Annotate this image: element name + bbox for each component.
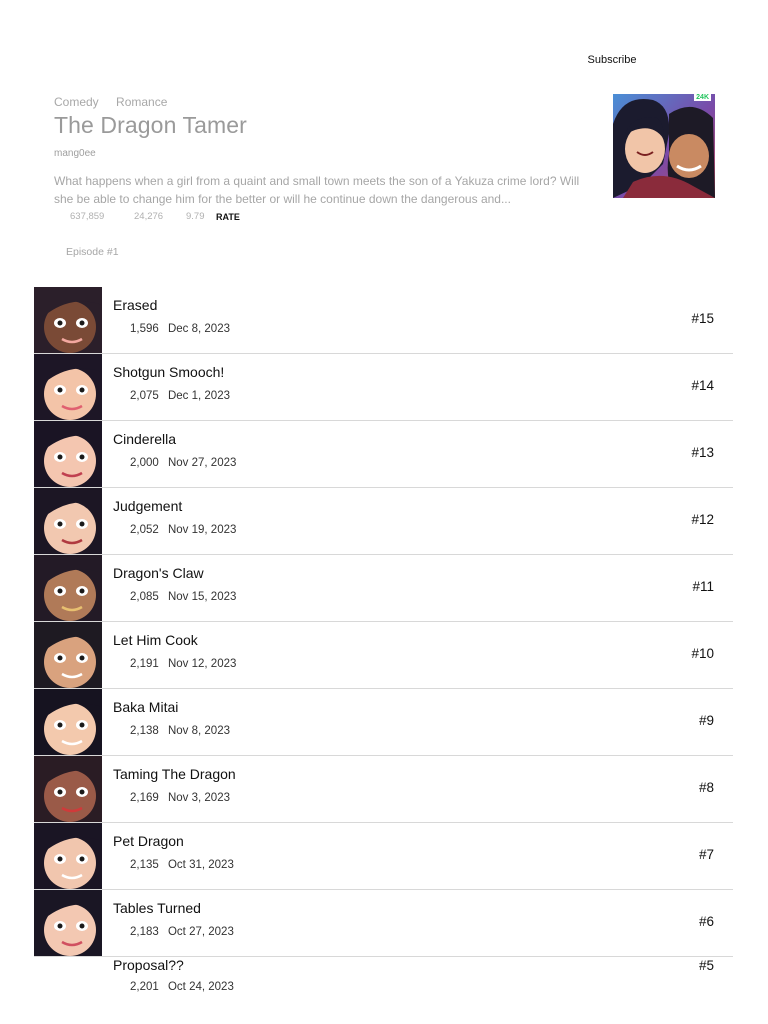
- genre-list: Comedy Romance: [54, 95, 181, 109]
- episode-thumbnail: [34, 756, 102, 822]
- episode-views: 2,191: [130, 658, 159, 670]
- episode-row[interactable]: Proposal?? 2,201 Oct 24, 2023 #5: [34, 957, 733, 1007]
- episode-number: #15: [691, 311, 714, 326]
- episode-row[interactable]: Baka Mitai 2,138 Nov 8, 2023 #9: [34, 689, 733, 756]
- series-stats: 637,859 24,276 9.79 RATE: [70, 211, 240, 222]
- series-author[interactable]: mang0ee: [54, 148, 96, 159]
- episode-meta: 2,138 Nov 8, 2023: [130, 725, 230, 737]
- episode-meta: 2,075 Dec 1, 2023: [130, 390, 230, 402]
- episode-date: Dec 8, 2023: [167, 323, 230, 335]
- episode-meta: 2,085 Nov 15, 2023: [130, 591, 236, 603]
- episode-views: 2,169: [130, 792, 159, 804]
- episode-title[interactable]: Cinderella: [113, 431, 176, 447]
- episode-views: 2,075: [130, 390, 159, 402]
- episode-title[interactable]: Let Him Cook: [113, 632, 198, 648]
- episode-row[interactable]: Dragon's Claw 2,085 Nov 15, 2023 #11: [34, 555, 733, 622]
- episode-date: Oct 24, 2023: [167, 981, 234, 993]
- episode-number: #6: [698, 914, 714, 929]
- episode-meta: 2,169 Nov 3, 2023: [130, 792, 230, 804]
- episode-number: #13: [691, 445, 714, 460]
- episode-date: Nov 12, 2023: [167, 658, 237, 670]
- episode-title[interactable]: Baka Mitai: [113, 699, 178, 715]
- episode-meta: 2,201 Oct 24, 2023: [130, 981, 234, 993]
- series-title: The Dragon Tamer: [54, 112, 247, 138]
- episode-views: 2,201: [130, 981, 159, 993]
- episode-meta: 2,191 Nov 12, 2023: [130, 658, 236, 670]
- episode-meta: 2,000 Nov 27, 2023: [130, 457, 236, 469]
- episode-date: Oct 31, 2023: [167, 859, 234, 871]
- episode-date: Nov 19, 2023: [167, 524, 237, 536]
- episode-title[interactable]: Dragon's Claw: [113, 565, 204, 581]
- episode-row[interactable]: Cinderella 2,000 Nov 27, 2023 #13: [34, 421, 733, 488]
- episode-views: 2,052: [130, 524, 159, 536]
- episode-row[interactable]: Shotgun Smooch! 2,075 Dec 1, 2023 #14: [34, 354, 733, 421]
- episode-thumbnail: [34, 890, 102, 956]
- episode-list: Erased 1,596 Dec 8, 2023 #15 Shotgun Smo…: [34, 287, 733, 1007]
- episode-date: Nov 8, 2023: [167, 725, 230, 737]
- episode-number: #11: [692, 579, 714, 594]
- cover-badge: 24K: [694, 94, 711, 101]
- episode-thumbnail: [34, 421, 102, 487]
- likes-count: 24,276: [134, 211, 164, 222]
- episode-date: Dec 1, 2023: [167, 390, 230, 402]
- episode-meta: 2,052 Nov 19, 2023: [130, 524, 236, 536]
- episode-title[interactable]: Tables Turned: [113, 900, 201, 916]
- episode-date: Nov 3, 2023: [167, 792, 230, 804]
- episode-thumbnail: [34, 488, 102, 554]
- episode-date: Oct 27, 2023: [167, 926, 234, 938]
- series-description: What happens when a girl from a quaint a…: [54, 174, 580, 206]
- episode-date: Nov 27, 2023: [167, 457, 237, 469]
- episode-row[interactable]: Tables Turned 2,183 Oct 27, 2023 #6: [34, 890, 733, 957]
- views-count: 637,859: [70, 211, 105, 222]
- episode-views: 2,135: [130, 859, 159, 871]
- episode-number: #10: [691, 646, 714, 661]
- episode-thumbnail: [34, 689, 102, 755]
- episode-row[interactable]: Judgement 2,052 Nov 19, 2023 #12: [34, 488, 733, 555]
- episode-meta: 2,183 Oct 27, 2023: [130, 926, 234, 938]
- episode-title[interactable]: Pet Dragon: [113, 833, 184, 849]
- episode-title[interactable]: Erased: [113, 297, 157, 313]
- episode-meta: 1,596 Dec 8, 2023: [130, 323, 230, 335]
- episode-thumbnail: [34, 622, 102, 688]
- episode-number: #12: [691, 512, 714, 527]
- episode-views: 1,596: [130, 323, 159, 335]
- episode-thumbnail: [34, 287, 102, 353]
- episode-meta: 2,135 Oct 31, 2023: [130, 859, 234, 871]
- genre-tag[interactable]: Comedy: [54, 95, 99, 109]
- episode-title[interactable]: Shotgun Smooch!: [113, 364, 224, 380]
- episode-number: #14: [691, 378, 714, 393]
- episode-row[interactable]: Erased 1,596 Dec 8, 2023 #15: [34, 287, 733, 354]
- episode-thumbnail: [34, 354, 102, 420]
- genre-tag[interactable]: Romance: [116, 95, 167, 109]
- episode-thumbnail: [34, 555, 102, 621]
- rate-button[interactable]: RATE: [216, 212, 240, 222]
- first-episode-link[interactable]: Episode #1: [66, 246, 119, 258]
- episode-views: 2,000: [130, 457, 159, 469]
- episode-views: 2,183: [130, 926, 159, 938]
- episode-number: #8: [698, 780, 714, 795]
- episode-number: #5: [698, 958, 714, 973]
- episode-date: Nov 15, 2023: [167, 591, 237, 603]
- episode-row[interactable]: Taming The Dragon 2,169 Nov 3, 2023 #8: [34, 756, 733, 823]
- episode-views: 2,085: [130, 591, 159, 603]
- episode-views: 2,138: [130, 725, 159, 737]
- episode-title[interactable]: Judgement: [113, 498, 182, 514]
- episode-row[interactable]: Let Him Cook 2,191 Nov 12, 2023 #10: [34, 622, 733, 689]
- subscribe-button[interactable]: Subscribe: [578, 50, 646, 70]
- episode-title[interactable]: Taming The Dragon: [113, 766, 236, 782]
- episode-row[interactable]: Pet Dragon 2,135 Oct 31, 2023 #7: [34, 823, 733, 890]
- series-cover-image: 24K: [613, 94, 715, 198]
- episode-number: #9: [698, 713, 714, 728]
- episode-number: #7: [698, 847, 714, 862]
- episode-title[interactable]: Proposal??: [113, 957, 184, 973]
- rating-value: 9.79: [186, 211, 205, 222]
- episode-thumbnail: [34, 823, 102, 889]
